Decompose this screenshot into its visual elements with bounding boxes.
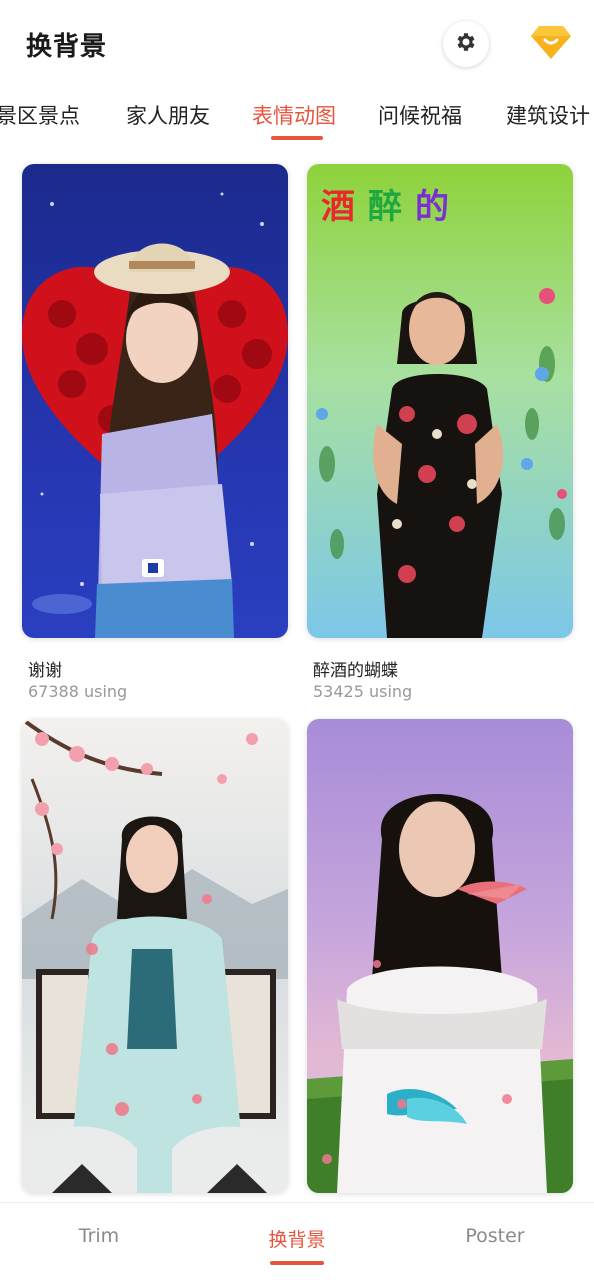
settings-button[interactable] [443, 21, 489, 67]
active-nav-indicator [270, 1261, 324, 1265]
template-card[interactable] [307, 719, 573, 1193]
template-usage-count: 67388 using [28, 682, 128, 701]
tab-family-friends[interactable]: 家人朋友 [126, 100, 210, 130]
diamond-icon [529, 22, 573, 66]
template-card[interactable] [22, 719, 288, 1193]
template-thumbnail[interactable] [22, 719, 288, 1193]
overlay-char: 酒 [321, 187, 358, 227]
template-thumbnail[interactable] [22, 164, 288, 638]
overlay-char: 醉 [368, 187, 405, 227]
nav-change-background[interactable]: 换背景 [227, 1225, 367, 1252]
template-card[interactable]: 谢谢 67388 using [22, 164, 288, 701]
gear-icon [454, 30, 478, 58]
page-title: 换背景 [26, 32, 108, 62]
template-title: 醉酒的蝴蝶 [313, 661, 398, 681]
tab-emoji-gifs[interactable]: 表情动图 [252, 100, 336, 130]
template-usage-count: 53425 using [313, 682, 413, 701]
overlay-char: 的 [415, 187, 452, 227]
tab-scenic-spots[interactable]: 景区景点 [0, 100, 80, 130]
nav-trim[interactable]: Trim [29, 1225, 169, 1247]
template-title: 谢谢 [28, 661, 62, 681]
active-tab-indicator [271, 136, 323, 140]
template-thumbnail[interactable] [307, 719, 573, 1193]
tab-architecture[interactable]: 建筑设计 [506, 100, 590, 130]
bottom-navigation: Trim 换背景 Poster [0, 1202, 594, 1280]
template-card[interactable]: 酒醉的 醉酒的蝴蝶 53425 using [307, 164, 573, 701]
template-thumbnail[interactable]: 酒醉的 [307, 164, 573, 638]
tab-greetings[interactable]: 问候祝福 [378, 100, 462, 130]
nav-poster[interactable]: Poster [425, 1225, 565, 1247]
vip-button[interactable] [526, 20, 576, 68]
overlay-caption: 酒醉的 [321, 187, 452, 227]
top-bar: 换背景 [0, 0, 594, 88]
